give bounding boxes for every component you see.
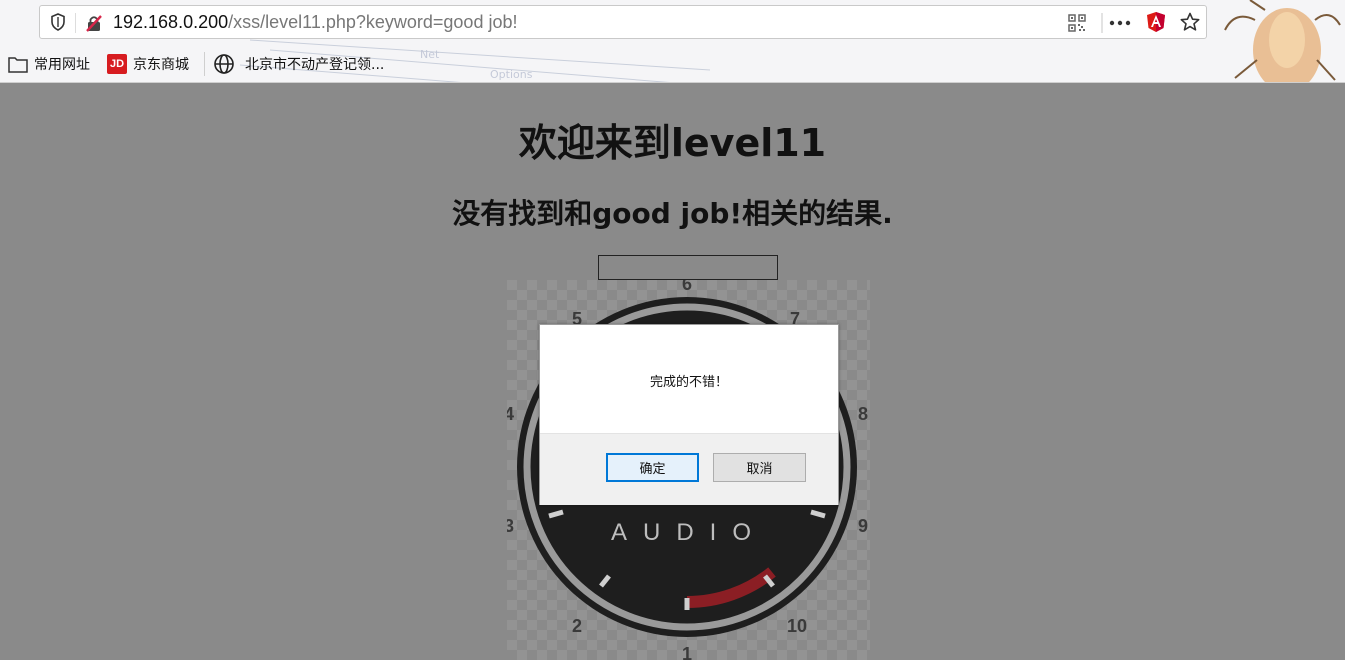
alert-dialog: 完成的不错！ 确定 取消	[539, 324, 839, 505]
result-message: 没有找到和good job!相关的结果.	[452, 197, 893, 230]
bookmark-item[interactable]: 常用网址	[8, 52, 90, 76]
url-host: 192.168.0.200	[113, 12, 229, 32]
address-bar[interactable]: 192.168.0.200/xss/level11.php?keyword=go…	[39, 5, 1207, 39]
bookmark-item[interactable]: 北京市不动产登记领...	[213, 52, 384, 76]
bookmark-divider	[204, 52, 205, 76]
url-text[interactable]: 192.168.0.200/xss/level11.php?keyword=go…	[113, 6, 517, 38]
folder-icon	[8, 56, 28, 73]
gauge-number: 8	[858, 404, 868, 424]
svg-text:Net: Net	[420, 48, 440, 61]
gauge-number: 2	[572, 616, 582, 636]
gauge-number: 3	[507, 516, 514, 536]
page-title: 欢迎来到level11	[518, 121, 827, 165]
dialog-footer: 确定 取消	[540, 433, 838, 505]
toolbar-divider	[1101, 13, 1103, 33]
bookmark-label: 京东商城	[133, 57, 189, 73]
angular-icon[interactable]	[1145, 11, 1167, 33]
gauge-number: 9	[858, 516, 868, 536]
globe-icon	[213, 53, 235, 75]
url-divider	[75, 13, 76, 33]
ok-button[interactable]: 确定	[606, 453, 699, 482]
dialog-message: 完成的不错！	[649, 375, 728, 390]
browser-toolbar: Net Options 192.168.0.200/xss/level11.php…	[0, 0, 1345, 83]
keyword-input[interactable]	[598, 255, 778, 280]
gauge-number: 4	[507, 404, 514, 424]
gauge-number: 10	[787, 616, 807, 636]
bookmark-label: 北京市不动产登记领...	[245, 57, 385, 73]
bookmark-item[interactable]: JD 京东商城	[107, 52, 189, 76]
more-menu-icon[interactable]	[1108, 13, 1132, 33]
bookmark-star-icon[interactable]	[1179, 11, 1201, 33]
svg-text:Options: Options	[490, 68, 533, 81]
gauge-number: 6	[682, 280, 692, 294]
cancel-button[interactable]: 取消	[713, 453, 806, 482]
gauge-number: 1	[682, 644, 692, 660]
insecure-lock-icon[interactable]	[84, 13, 104, 33]
theme-beetle-illustration	[1224, 0, 1341, 82]
jd-icon: JD	[107, 54, 127, 74]
url-path: /xss/level11.php?keyword=good job!	[228, 12, 518, 32]
gauge-label: AUDIO	[611, 519, 767, 546]
shield-icon[interactable]	[49, 13, 67, 31]
bookmark-label: 常用网址	[34, 57, 90, 73]
qr-code-icon[interactable]	[1067, 13, 1087, 33]
